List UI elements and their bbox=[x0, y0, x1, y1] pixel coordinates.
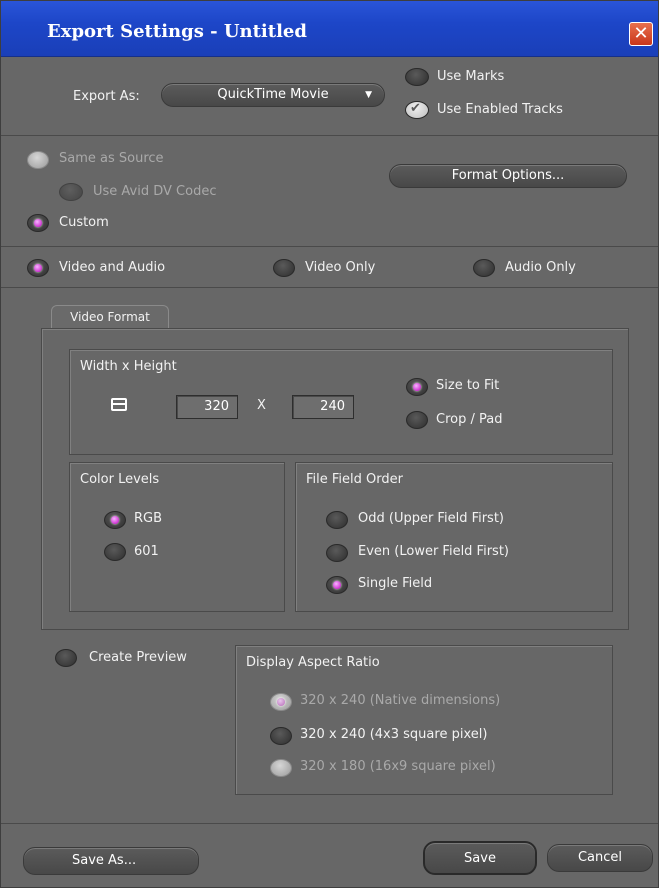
export-settings-window: Export Settings - Untitled ✕ Export As: … bbox=[0, 0, 659, 888]
tab-video-format[interactable]: Video Format bbox=[51, 305, 169, 329]
odd-field-label: Odd (Upper Field First) bbox=[358, 511, 505, 526]
aspect-16x9-radio[interactable] bbox=[270, 759, 292, 777]
field-order-group: File Field Order Odd (Upper Field First)… bbox=[295, 462, 613, 612]
source-section: Same as Source Use Avid DV Codec Custom … bbox=[1, 137, 658, 247]
video-and-audio-label: Video and Audio bbox=[59, 260, 166, 275]
export-format-dropdown[interactable]: QuickTime Movie ▼ bbox=[161, 83, 385, 107]
title-bar[interactable]: Export Settings - Untitled ✕ bbox=[1, 1, 658, 57]
content-type-section: Video and Audio Video Only Audio Only bbox=[1, 248, 658, 288]
close-button[interactable]: ✕ bbox=[629, 22, 653, 46]
create-preview-label: Create Preview bbox=[89, 650, 187, 665]
aspect-4x3-radio[interactable] bbox=[270, 727, 292, 745]
width-height-group: Width x Height 320 X 240 Size to Fit Cro… bbox=[69, 349, 613, 455]
export-format-value: QuickTime Movie bbox=[217, 87, 329, 102]
times-label: X bbox=[257, 398, 266, 413]
crop-pad-radio[interactable] bbox=[406, 411, 428, 429]
audio-only-label: Audio Only bbox=[505, 260, 576, 275]
use-marks-checkbox[interactable] bbox=[405, 68, 429, 86]
width-height-label: Width x Height bbox=[80, 359, 177, 374]
width-field[interactable]: 320 bbox=[176, 395, 238, 419]
aspect-16x9-label: 320 x 180 (16x9 square pixel) bbox=[300, 759, 496, 774]
rgb-radio[interactable] bbox=[104, 511, 126, 529]
aspect-native-radio[interactable] bbox=[270, 693, 292, 711]
same-as-source-radio[interactable] bbox=[27, 151, 49, 169]
window-title: Export Settings - Untitled bbox=[47, 21, 307, 42]
odd-field-radio[interactable] bbox=[326, 511, 348, 529]
use-enabled-tracks-label: Use Enabled Tracks bbox=[437, 102, 563, 117]
custom-radio[interactable] bbox=[27, 214, 49, 232]
even-field-label: Even (Lower Field First) bbox=[358, 544, 509, 559]
601-label: 601 bbox=[134, 544, 159, 559]
field-order-label: File Field Order bbox=[306, 472, 403, 487]
use-avid-dv-label: Use Avid DV Codec bbox=[93, 184, 217, 199]
display-aspect-ratio-label: Display Aspect Ratio bbox=[246, 655, 380, 670]
use-avid-dv-checkbox[interactable] bbox=[59, 183, 83, 201]
footer-divider bbox=[1, 823, 658, 824]
chevron-down-icon: ▼ bbox=[365, 90, 372, 100]
save-as-button[interactable]: Save As... bbox=[23, 847, 199, 875]
create-preview-checkbox[interactable] bbox=[55, 649, 77, 667]
save-label: Save bbox=[464, 851, 496, 866]
cancel-label: Cancel bbox=[577, 850, 623, 865]
crop-pad-label: Crop / Pad bbox=[436, 412, 503, 427]
export-section: Export As: QuickTime Movie ▼ Use Marks U… bbox=[1, 58, 658, 136]
audio-only-radio[interactable] bbox=[473, 259, 495, 277]
format-options-button[interactable]: Format Options... bbox=[389, 164, 627, 188]
single-field-radio[interactable] bbox=[326, 576, 348, 594]
use-marks-label: Use Marks bbox=[437, 69, 505, 84]
601-radio[interactable] bbox=[104, 543, 126, 561]
video-only-radio[interactable] bbox=[273, 259, 295, 277]
size-to-fit-label: Size to Fit bbox=[436, 378, 500, 393]
aspect-4x3-label: 320 x 240 (4x3 square pixel) bbox=[300, 727, 488, 742]
video-only-label: Video Only bbox=[305, 260, 376, 275]
same-as-source-label: Same as Source bbox=[59, 151, 164, 166]
single-field-label: Single Field bbox=[358, 576, 433, 591]
aspect-lock-icon[interactable] bbox=[111, 398, 127, 411]
video-and-audio-radio[interactable] bbox=[27, 259, 49, 277]
aspect-native-label: 320 x 240 (Native dimensions) bbox=[300, 693, 501, 708]
use-enabled-tracks-checkbox[interactable] bbox=[405, 101, 429, 119]
export-as-label: Export As: bbox=[73, 89, 140, 104]
rgb-label: RGB bbox=[134, 511, 163, 526]
even-field-radio[interactable] bbox=[326, 544, 348, 562]
save-as-label: Save As... bbox=[72, 853, 137, 868]
cancel-button[interactable]: Cancel bbox=[547, 844, 653, 872]
size-to-fit-radio[interactable] bbox=[406, 378, 428, 396]
tab-video-format-label: Video Format bbox=[70, 310, 150, 324]
color-levels-group: Color Levels RGB 601 bbox=[69, 462, 285, 612]
format-options-label: Format Options... bbox=[451, 168, 565, 183]
close-icon: ✕ bbox=[633, 23, 649, 44]
height-field[interactable]: 240 bbox=[292, 395, 354, 419]
display-aspect-ratio-group: Display Aspect Ratio 320 x 240 (Native d… bbox=[235, 645, 613, 795]
custom-label: Custom bbox=[59, 215, 109, 230]
color-levels-label: Color Levels bbox=[80, 472, 160, 487]
save-button[interactable]: Save bbox=[423, 841, 537, 875]
